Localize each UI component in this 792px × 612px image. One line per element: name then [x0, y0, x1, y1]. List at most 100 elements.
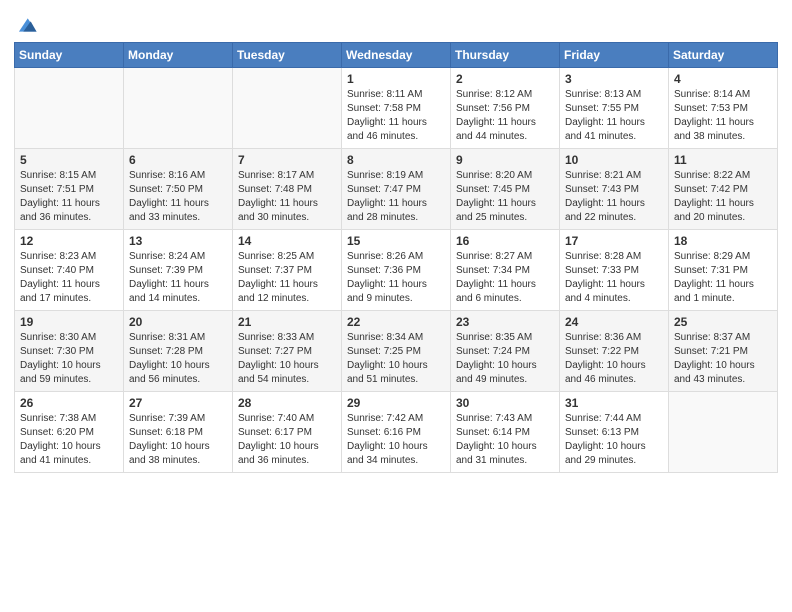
calendar-cell: 20 Sunrise: 8:31 AMSunset: 7:28 PMDayligh…	[124, 311, 233, 392]
calendar-cell: 7 Sunrise: 8:17 AMSunset: 7:48 PMDaylight…	[233, 149, 342, 230]
weekday-header-thursday: Thursday	[451, 43, 560, 68]
day-number: 8	[347, 153, 445, 167]
week-row-4: 19 Sunrise: 8:30 AMSunset: 7:30 PMDayligh…	[15, 311, 778, 392]
week-row-1: 1 Sunrise: 8:11 AMSunset: 7:58 PMDaylight…	[15, 68, 778, 149]
day-number: 26	[20, 396, 118, 410]
calendar-cell: 16 Sunrise: 8:27 AMSunset: 7:34 PMDayligh…	[451, 230, 560, 311]
day-info: Sunrise: 8:24 AMSunset: 7:39 PMDaylight:…	[129, 250, 227, 306]
calendar-cell: 12Sunrise: 8:23 AMSunset: 7:40 PMDayligh…	[15, 230, 124, 311]
calendar-cell: 25 Sunrise: 8:37 AMSunset: 7:21 PMDayligh…	[669, 311, 778, 392]
calendar-cell: 23 Sunrise: 8:35 AMSunset: 7:24 PMDayligh…	[451, 311, 560, 392]
day-info: Sunrise: 8:15 AMSunset: 7:51 PMDaylight:…	[20, 169, 118, 225]
day-info: Sunrise: 7:38 AMSunset: 6:20 PMDaylight:…	[20, 412, 118, 468]
calendar-cell: 1 Sunrise: 8:11 AMSunset: 7:58 PMDaylight…	[342, 68, 451, 149]
day-info: Sunrise: 8:34 AMSunset: 7:25 PMDaylight:…	[347, 331, 445, 387]
calendar-cell: 30 Sunrise: 7:43 AMSunset: 6:14 PMDayligh…	[451, 392, 560, 473]
day-info: Sunrise: 7:44 AMSunset: 6:13 PMDaylight:…	[565, 412, 663, 468]
day-info: Sunrise: 8:26 AMSunset: 7:36 PMDaylight:…	[347, 250, 445, 306]
calendar-header: SundayMondayTuesdayWednesdayThursdayFrid…	[15, 43, 778, 68]
calendar-cell: 22 Sunrise: 8:34 AMSunset: 7:25 PMDayligh…	[342, 311, 451, 392]
weekday-row: SundayMondayTuesdayWednesdayThursdayFrid…	[15, 43, 778, 68]
day-number: 3	[565, 72, 663, 86]
calendar-cell: 28 Sunrise: 7:40 AMSunset: 6:17 PMDayligh…	[233, 392, 342, 473]
day-info: Sunrise: 7:40 AMSunset: 6:17 PMDaylight:…	[238, 412, 336, 468]
calendar-cell: 19 Sunrise: 8:30 AMSunset: 7:30 PMDayligh…	[15, 311, 124, 392]
day-number: 21	[238, 315, 336, 329]
day-number: 30	[456, 396, 554, 410]
day-info: Sunrise: 8:28 AMSunset: 7:33 PMDaylight:…	[565, 250, 663, 306]
day-number: 10	[565, 153, 663, 167]
day-info: Sunrise: 8:14 AMSunset: 7:53 PMDaylight:…	[674, 88, 772, 144]
calendar-cell: 3 Sunrise: 8:13 AMSunset: 7:55 PMDaylight…	[560, 68, 669, 149]
day-info: Sunrise: 8:21 AMSunset: 7:43 PMDaylight:…	[565, 169, 663, 225]
weekday-header-tuesday: Tuesday	[233, 43, 342, 68]
day-number: 29	[347, 396, 445, 410]
day-number: 5	[20, 153, 118, 167]
calendar-cell: 26 Sunrise: 7:38 AMSunset: 6:20 PMDayligh…	[15, 392, 124, 473]
day-info: Sunrise: 8:29 AMSunset: 7:31 PMDaylight:…	[674, 250, 772, 306]
day-info: Sunrise: 8:20 AMSunset: 7:45 PMDaylight:…	[456, 169, 554, 225]
day-number: 19	[20, 315, 118, 329]
day-number: 23	[456, 315, 554, 329]
day-number: 11	[674, 153, 772, 167]
weekday-header-monday: Monday	[124, 43, 233, 68]
calendar-cell	[233, 68, 342, 149]
day-info: Sunrise: 8:25 AMSunset: 7:37 PMDaylight:…	[238, 250, 336, 306]
day-number: 28	[238, 396, 336, 410]
week-row-3: 12Sunrise: 8:23 AMSunset: 7:40 PMDayligh…	[15, 230, 778, 311]
calendar-cell: 2Sunrise: 8:12 AMSunset: 7:56 PMDaylight…	[451, 68, 560, 149]
calendar-cell: 29Sunrise: 7:42 AMSunset: 6:16 PMDayligh…	[342, 392, 451, 473]
day-number: 15	[347, 234, 445, 248]
calendar-cell	[124, 68, 233, 149]
day-info: Sunrise: 8:23 AMSunset: 7:40 PMDaylight:…	[20, 250, 118, 306]
calendar-cell: 27Sunrise: 7:39 AMSunset: 6:18 PMDayligh…	[124, 392, 233, 473]
calendar-cell: 21 Sunrise: 8:33 AMSunset: 7:27 PMDayligh…	[233, 311, 342, 392]
day-info: Sunrise: 8:19 AMSunset: 7:47 PMDaylight:…	[347, 169, 445, 225]
day-number: 18	[674, 234, 772, 248]
weekday-header-sunday: Sunday	[15, 43, 124, 68]
calendar-table: SundayMondayTuesdayWednesdayThursdayFrid…	[14, 42, 778, 473]
day-number: 9	[456, 153, 554, 167]
day-info: Sunrise: 8:13 AMSunset: 7:55 PMDaylight:…	[565, 88, 663, 144]
day-info: Sunrise: 8:16 AMSunset: 7:50 PMDaylight:…	[129, 169, 227, 225]
day-info: Sunrise: 8:33 AMSunset: 7:27 PMDaylight:…	[238, 331, 336, 387]
calendar-cell: 10 Sunrise: 8:21 AMSunset: 7:43 PMDayligh…	[560, 149, 669, 230]
page: SundayMondayTuesdayWednesdayThursdayFrid…	[0, 0, 792, 612]
weekday-header-friday: Friday	[560, 43, 669, 68]
day-number: 13	[129, 234, 227, 248]
calendar-cell: 15 Sunrise: 8:26 AMSunset: 7:36 PMDayligh…	[342, 230, 451, 311]
calendar-cell: 13 Sunrise: 8:24 AMSunset: 7:39 PMDayligh…	[124, 230, 233, 311]
day-number: 31	[565, 396, 663, 410]
weekday-header-saturday: Saturday	[669, 43, 778, 68]
weekday-header-wednesday: Wednesday	[342, 43, 451, 68]
day-info: Sunrise: 8:30 AMSunset: 7:30 PMDaylight:…	[20, 331, 118, 387]
calendar-cell: 4 Sunrise: 8:14 AMSunset: 7:53 PMDaylight…	[669, 68, 778, 149]
day-info: Sunrise: 8:22 AMSunset: 7:42 PMDaylight:…	[674, 169, 772, 225]
day-number: 20	[129, 315, 227, 329]
day-number: 25	[674, 315, 772, 329]
day-info: Sunrise: 8:11 AMSunset: 7:58 PMDaylight:…	[347, 88, 445, 144]
day-number: 1	[347, 72, 445, 86]
day-info: Sunrise: 8:37 AMSunset: 7:21 PMDaylight:…	[674, 331, 772, 387]
day-number: 16	[456, 234, 554, 248]
day-info: Sunrise: 8:12 AMSunset: 7:56 PMDaylight:…	[456, 88, 554, 144]
day-info: Sunrise: 8:31 AMSunset: 7:28 PMDaylight:…	[129, 331, 227, 387]
day-number: 17	[565, 234, 663, 248]
week-row-5: 26 Sunrise: 7:38 AMSunset: 6:20 PMDayligh…	[15, 392, 778, 473]
calendar-cell: 6Sunrise: 8:16 AMSunset: 7:50 PMDaylight…	[124, 149, 233, 230]
day-info: Sunrise: 8:17 AMSunset: 7:48 PMDaylight:…	[238, 169, 336, 225]
day-number: 22	[347, 315, 445, 329]
week-row-2: 5 Sunrise: 8:15 AMSunset: 7:51 PMDaylight…	[15, 149, 778, 230]
day-number: 14	[238, 234, 336, 248]
calendar-body: 1 Sunrise: 8:11 AMSunset: 7:58 PMDaylight…	[15, 68, 778, 473]
logo	[14, 14, 38, 36]
calendar-cell: 14 Sunrise: 8:25 AMSunset: 7:37 PMDayligh…	[233, 230, 342, 311]
day-info: Sunrise: 7:43 AMSunset: 6:14 PMDaylight:…	[456, 412, 554, 468]
day-number: 4	[674, 72, 772, 86]
calendar-cell: 5 Sunrise: 8:15 AMSunset: 7:51 PMDaylight…	[15, 149, 124, 230]
calendar-cell: 24Sunrise: 8:36 AMSunset: 7:22 PMDayligh…	[560, 311, 669, 392]
calendar-cell: 18 Sunrise: 8:29 AMSunset: 7:31 PMDayligh…	[669, 230, 778, 311]
day-info: Sunrise: 8:35 AMSunset: 7:24 PMDaylight:…	[456, 331, 554, 387]
day-info: Sunrise: 8:27 AMSunset: 7:34 PMDaylight:…	[456, 250, 554, 306]
day-number: 7	[238, 153, 336, 167]
